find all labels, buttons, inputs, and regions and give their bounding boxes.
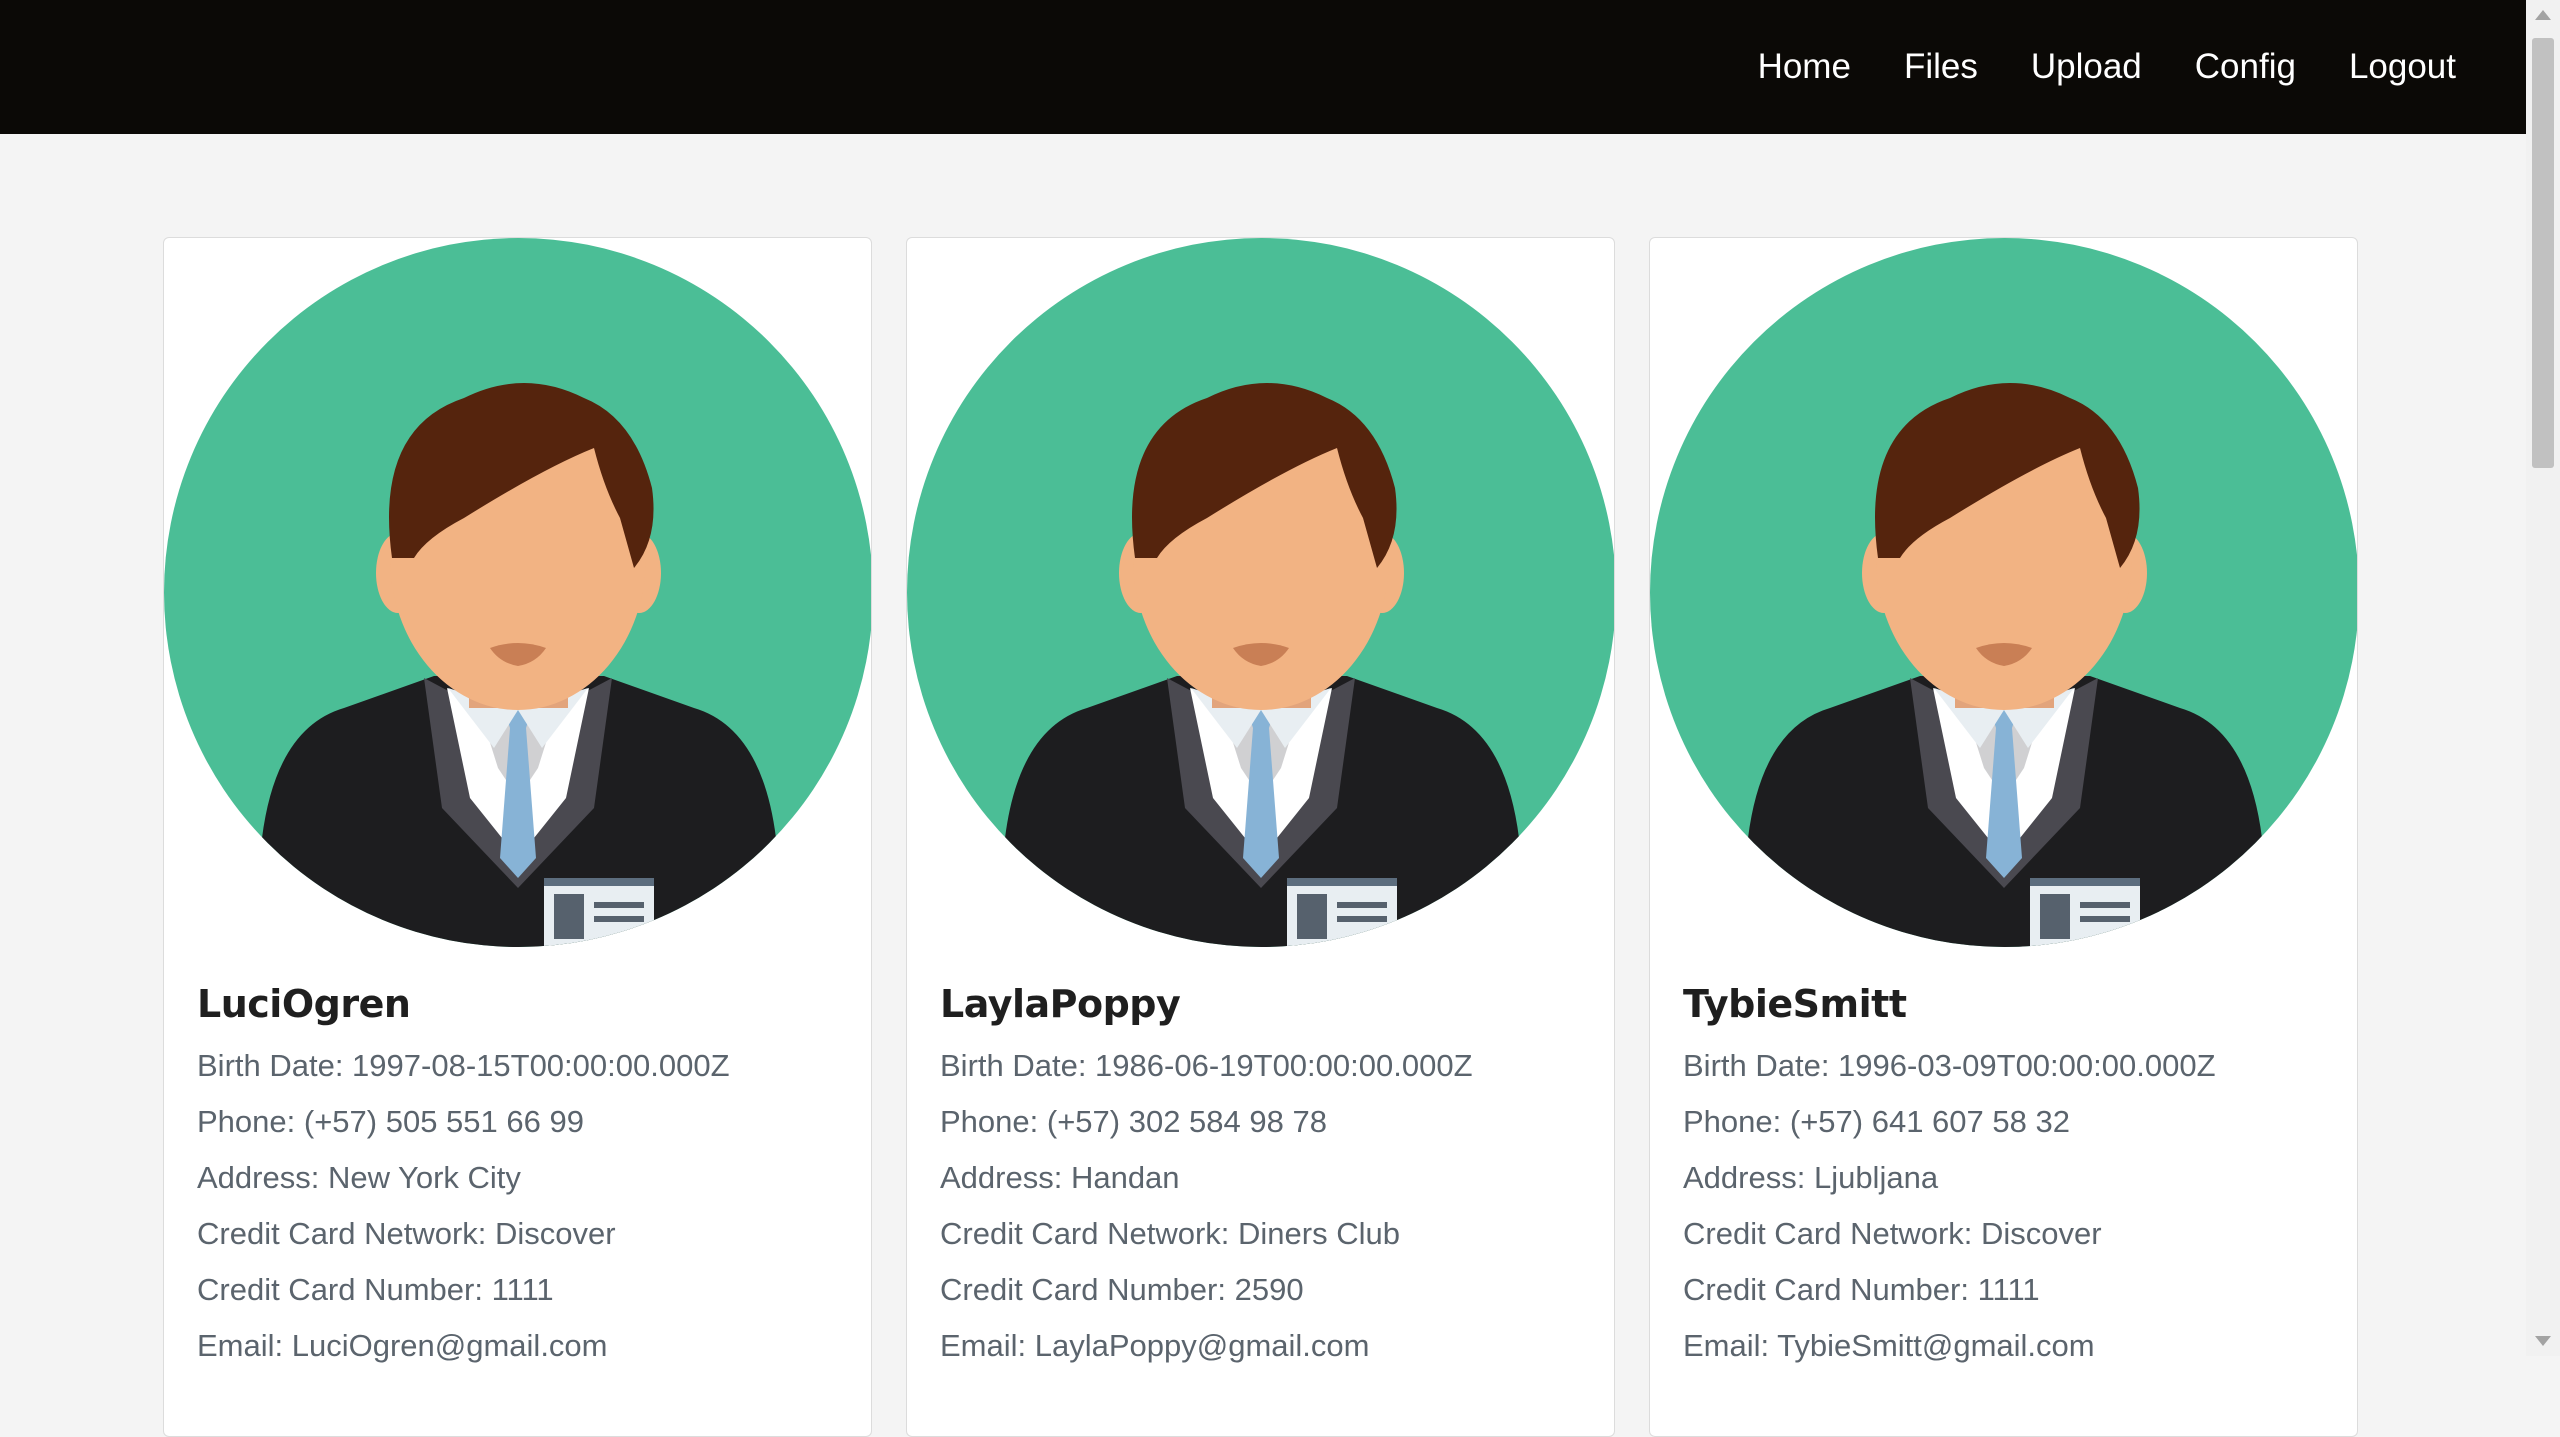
credit-card-number: Credit Card Number: 1111 — [1683, 1272, 2040, 1307]
nav-files-link[interactable]: Files — [1904, 47, 1978, 87]
credit-card-network: Credit Card Network: Discover — [1683, 1216, 2102, 1251]
email: Email: LuciOgren@gmail.com — [197, 1328, 608, 1363]
user-card: LuciOgren Birth Date: 1997-08-15T00:00:0… — [163, 237, 872, 1437]
scroll-up-arrow-icon[interactable] — [2535, 10, 2551, 20]
avatar-businessman-icon — [907, 238, 1614, 947]
phone: Phone: (+57) 302 584 98 78 — [940, 1104, 1327, 1139]
avatar-businessman-icon — [1650, 238, 2357, 947]
nav-config-link[interactable]: Config — [2195, 47, 2296, 87]
card-body: TybieSmitt Birth Date: 1996-03-09T00:00:… — [1683, 978, 2337, 1374]
birth-date: Birth Date: 1996-03-09T00:00:00.000Z — [1683, 1048, 2216, 1083]
top-navbar: Home Files Upload Config Logout — [0, 0, 2526, 134]
credit-card-number: Credit Card Number: 1111 — [197, 1272, 554, 1307]
avatar-businessman-icon — [164, 238, 871, 947]
nav-links: Home Files Upload Config Logout — [1705, 0, 2456, 134]
card-body: LuciOgren Birth Date: 1997-08-15T00:00:0… — [197, 978, 851, 1374]
page-scrollbar[interactable] — [2526, 0, 2560, 1356]
scroll-down-arrow-icon[interactable] — [2535, 1336, 2551, 1346]
credit-card-network: Credit Card Network: Discover — [197, 1216, 616, 1251]
user-name: TybieSmitt — [1683, 982, 1907, 1026]
scrollbar-thumb[interactable] — [2532, 38, 2554, 468]
email: Email: LaylaPoppy@gmail.com — [940, 1328, 1370, 1363]
phone: Phone: (+57) 641 607 58 32 — [1683, 1104, 2070, 1139]
nav-upload-link[interactable]: Upload — [2031, 47, 2142, 87]
nav-logout-link[interactable]: Logout — [2349, 47, 2456, 87]
user-name: LuciOgren — [197, 982, 411, 1026]
phone: Phone: (+57) 505 551 66 99 — [197, 1104, 584, 1139]
address: Address: Ljubljana — [1683, 1160, 1939, 1195]
user-cards-grid: LuciOgren Birth Date: 1997-08-15T00:00:0… — [163, 237, 2358, 1437]
birth-date: Birth Date: 1986-06-19T00:00:00.000Z — [940, 1048, 1473, 1083]
nav-home-link[interactable]: Home — [1758, 47, 1851, 87]
address: Address: New York City — [197, 1160, 521, 1195]
credit-card-number: Credit Card Number: 2590 — [940, 1272, 1304, 1307]
user-name: LaylaPoppy — [940, 982, 1181, 1026]
address: Address: Handan — [940, 1160, 1180, 1195]
birth-date: Birth Date: 1997-08-15T00:00:00.000Z — [197, 1048, 730, 1083]
user-card: LaylaPoppy Birth Date: 1986-06-19T00:00:… — [906, 237, 1615, 1437]
user-card: TybieSmitt Birth Date: 1996-03-09T00:00:… — [1649, 237, 2358, 1437]
card-body: LaylaPoppy Birth Date: 1986-06-19T00:00:… — [940, 978, 1594, 1374]
email: Email: TybieSmitt@gmail.com — [1683, 1328, 2095, 1363]
credit-card-network: Credit Card Network: Diners Club — [940, 1216, 1400, 1251]
